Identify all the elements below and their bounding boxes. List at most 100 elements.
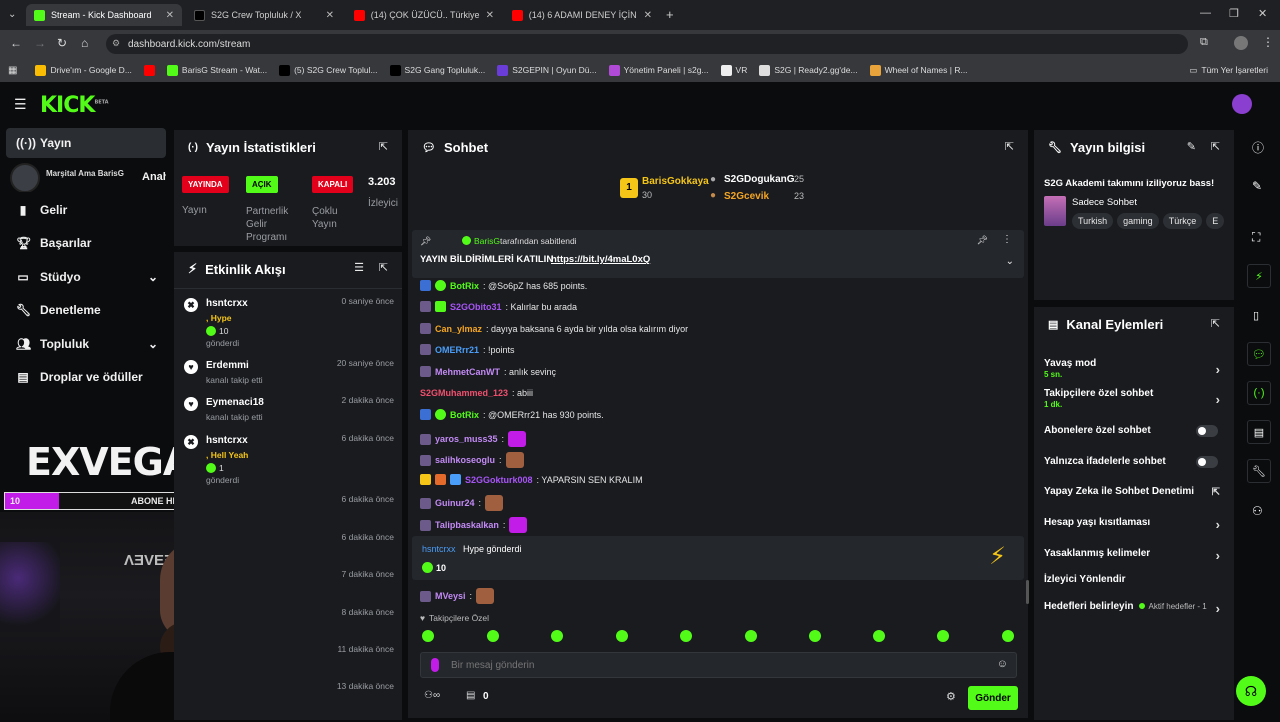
- chat-message[interactable]: Guinur24:: [420, 495, 504, 511]
- event-user[interactable]: Erdemmi: [206, 360, 249, 371]
- edit-icon[interactable]: ✎: [1252, 179, 1262, 193]
- close-tab-icon[interactable]: ✕: [644, 10, 652, 21]
- popout-icon[interactable]: ⇱: [379, 261, 388, 274]
- leader-name[interactable]: S2Gcevik: [724, 191, 769, 202]
- site-info-icon[interactable]: ⚙: [112, 38, 120, 49]
- chat-message[interactable]: salihkoseoglu:: [420, 452, 524, 468]
- channel-action-row[interactable]: Yalnızca ifadelerle sohbet: [1044, 456, 1230, 468]
- tab-kick-dashboard[interactable]: Stream - Kick Dashboard ✕: [26, 4, 182, 26]
- chat-message[interactable]: BotRix: @OMERrr21 has 930 points.: [420, 409, 604, 420]
- clipboard-icon[interactable]: ▯: [1253, 309, 1259, 322]
- chat-message[interactable]: OMERrr21: !points: [420, 344, 515, 355]
- restore-icon[interactable]: ❐: [1229, 7, 1239, 20]
- nav-item-topluluk[interactable]: 👥︎ Topluluk ⌄: [6, 329, 166, 359]
- close-tab-icon[interactable]: ✕: [166, 10, 174, 21]
- chat-settings-icon[interactable]: ⚙: [946, 690, 956, 703]
- chat-username[interactable]: Talipbaskalkan: [435, 520, 499, 530]
- back-icon[interactable]: ←: [10, 36, 22, 50]
- extensions-icon[interactable]: ⧉: [1200, 36, 1208, 49]
- event-user[interactable]: Eymenaci18: [206, 397, 264, 408]
- info-icon[interactable]: ⓘ: [1252, 139, 1264, 156]
- chat-message[interactable]: S2GObito31: Kalırlar bu arada: [420, 301, 577, 312]
- channel-action-row[interactable]: Takipçilere özel sohbet 1 dk. ›: [1044, 388, 1230, 409]
- tab-x[interactable]: S2G Crew Topluluk / X ✕: [186, 4, 342, 26]
- edit-pencil-icon[interactable]: ✎: [1187, 140, 1196, 153]
- channel-action-row[interactable]: Yasaklanmış kelimeler ›: [1044, 548, 1230, 563]
- emote-icon[interactable]: [551, 630, 563, 642]
- browser-menu-icon[interactable]: ⋮: [1262, 35, 1274, 49]
- tag-chip[interactable]: gaming: [1117, 213, 1159, 229]
- emote-icon[interactable]: [745, 630, 757, 642]
- emote-icon[interactable]: [616, 630, 628, 642]
- bookmark-item[interactable]: VR: [715, 64, 754, 76]
- forward-icon[interactable]: →: [34, 36, 46, 50]
- bookmark-item[interactable]: Yönetim Paneli | s2g...: [603, 64, 715, 76]
- channel-action-row[interactable]: İzleyici Yönlendir: [1044, 574, 1230, 585]
- event-user[interactable]: hsntcrxx: [206, 435, 248, 446]
- toggle-switch[interactable]: [1196, 425, 1218, 437]
- emote-icon[interactable]: [1002, 630, 1014, 642]
- popout-icon[interactable]: ⇱: [379, 140, 388, 153]
- bookmark-item[interactable]: BarisG Stream - Wat...: [161, 64, 273, 76]
- chat-message[interactable]: MehmetCanWT: anlık sevinç: [420, 366, 556, 377]
- emote-icon[interactable]: [487, 630, 499, 642]
- wallet-icon[interactable]: ▤: [466, 690, 475, 701]
- emote-icon[interactable]: [809, 630, 821, 642]
- pinned-link[interactable]: https://bit.ly/4maL0xQ: [551, 254, 650, 265]
- toggle-switch[interactable]: [1196, 456, 1218, 468]
- tag-chip[interactable]: Turkish: [1072, 213, 1114, 229]
- tag-chip[interactable]: Türkçe: [1162, 213, 1203, 229]
- category-name[interactable]: Sadece Sohbet: [1072, 197, 1137, 208]
- leader-name[interactable]: BarisGokkaya: [642, 176, 709, 187]
- minimize-icon[interactable]: —: [1200, 7, 1211, 19]
- pinned-message[interactable]: 📌︎ BarisG tarafından sabitlendi YAYIN Bİ…: [412, 230, 1024, 278]
- user-avatar[interactable]: [1232, 94, 1252, 114]
- broadcast-icon[interactable]: (·): [1247, 381, 1271, 405]
- layout-icon[interactable]: ▤: [1247, 420, 1271, 444]
- more-options-icon[interactable]: ⋮: [1002, 234, 1012, 245]
- channel-action-row[interactable]: Yapay Zeka ile Sohbet Denetimi ⇱: [1044, 486, 1230, 498]
- home-icon[interactable]: ⌂: [81, 36, 88, 50]
- channel-action-row[interactable]: Hesap yaşı kısıtlaması ›: [1044, 517, 1230, 532]
- nav-item-anahtar[interactable]: Marşital Ama BarisG Anahtarı: [6, 162, 166, 192]
- popout-icon[interactable]: ⇱: [1005, 140, 1014, 153]
- new-tab-icon[interactable]: +: [666, 7, 674, 22]
- close-tab-icon[interactable]: ✕: [486, 10, 494, 21]
- apps-grid-icon[interactable]: ▦: [0, 65, 29, 76]
- tab-search-icon[interactable]: ⌄: [8, 9, 16, 20]
- category-thumbnail[interactable]: [1044, 196, 1066, 226]
- nav-item-droplar[interactable]: ▤ Droplar ve ödüller: [6, 362, 166, 392]
- profile-avatar[interactable]: [1234, 36, 1248, 50]
- emote-icon[interactable]: [873, 630, 885, 642]
- event-user[interactable]: hsntcrxx: [206, 298, 248, 309]
- kick-logo[interactable]: KICKBETA: [40, 93, 109, 118]
- chevron-down-icon[interactable]: ⌄: [1006, 256, 1014, 267]
- chat-message[interactable]: Can_ylmaz: dayıya baksana 6 ayda bir yıl…: [420, 323, 688, 334]
- unpin-icon[interactable]: 📌︎: [977, 235, 988, 246]
- bookmark-item[interactable]: S2G | Ready2.gg'de...: [753, 64, 863, 76]
- chat-message[interactable]: Talipbaskalkan:: [420, 517, 528, 533]
- nav-item-denetleme[interactable]: 🔧︎ Denetleme: [6, 295, 166, 325]
- bookmark-item[interactable]: S2GEPIN | Oyun Dü...: [491, 64, 602, 76]
- tab-youtube-1[interactable]: (14) ÇOK ÜZÜCÜ.. Türkiye'de Y ✕: [346, 4, 502, 26]
- bookmark-item[interactable]: (5) S2G Crew Toplul...: [273, 64, 383, 76]
- microphone-icon[interactable]: [431, 658, 439, 672]
- bookmark-item[interactable]: S2G Gang Topluluk...: [384, 64, 492, 76]
- leader-name[interactable]: S2GDogukanG: [724, 174, 795, 185]
- chat-username[interactable]: OMERrr21: [435, 345, 479, 355]
- send-button[interactable]: Gönder: [968, 686, 1018, 710]
- chat-username[interactable]: MehmetCanWT: [435, 367, 500, 377]
- emote-icon[interactable]: [680, 630, 692, 642]
- chat-icon[interactable]: 💬︎: [1247, 342, 1271, 366]
- chat-message[interactable]: S2GMuhammed_123: abiii: [420, 388, 533, 398]
- chat-username[interactable]: S2GGokturk008: [465, 475, 533, 485]
- nav-item-yayin[interactable]: ((·)) Yayın: [6, 128, 166, 158]
- nav-item-studyo[interactable]: ▭ Stüdyo ⌄: [6, 262, 166, 292]
- filter-icon[interactable]: ☰: [354, 261, 364, 274]
- bookmark-item[interactable]: Wheel of Names | R...: [864, 64, 974, 76]
- nav-item-basarilar[interactable]: 🏆︎ Başarılar: [6, 228, 166, 258]
- channel-action-row[interactable]: Abonelere özel sohbet: [1044, 425, 1230, 437]
- tab-youtube-2[interactable]: (14) 6 ADAMI DENEY İÇİN 520 G ✕: [504, 4, 660, 26]
- popout-icon[interactable]: ⇱: [1211, 317, 1220, 330]
- hype-user[interactable]: hsntcrxx: [422, 544, 456, 554]
